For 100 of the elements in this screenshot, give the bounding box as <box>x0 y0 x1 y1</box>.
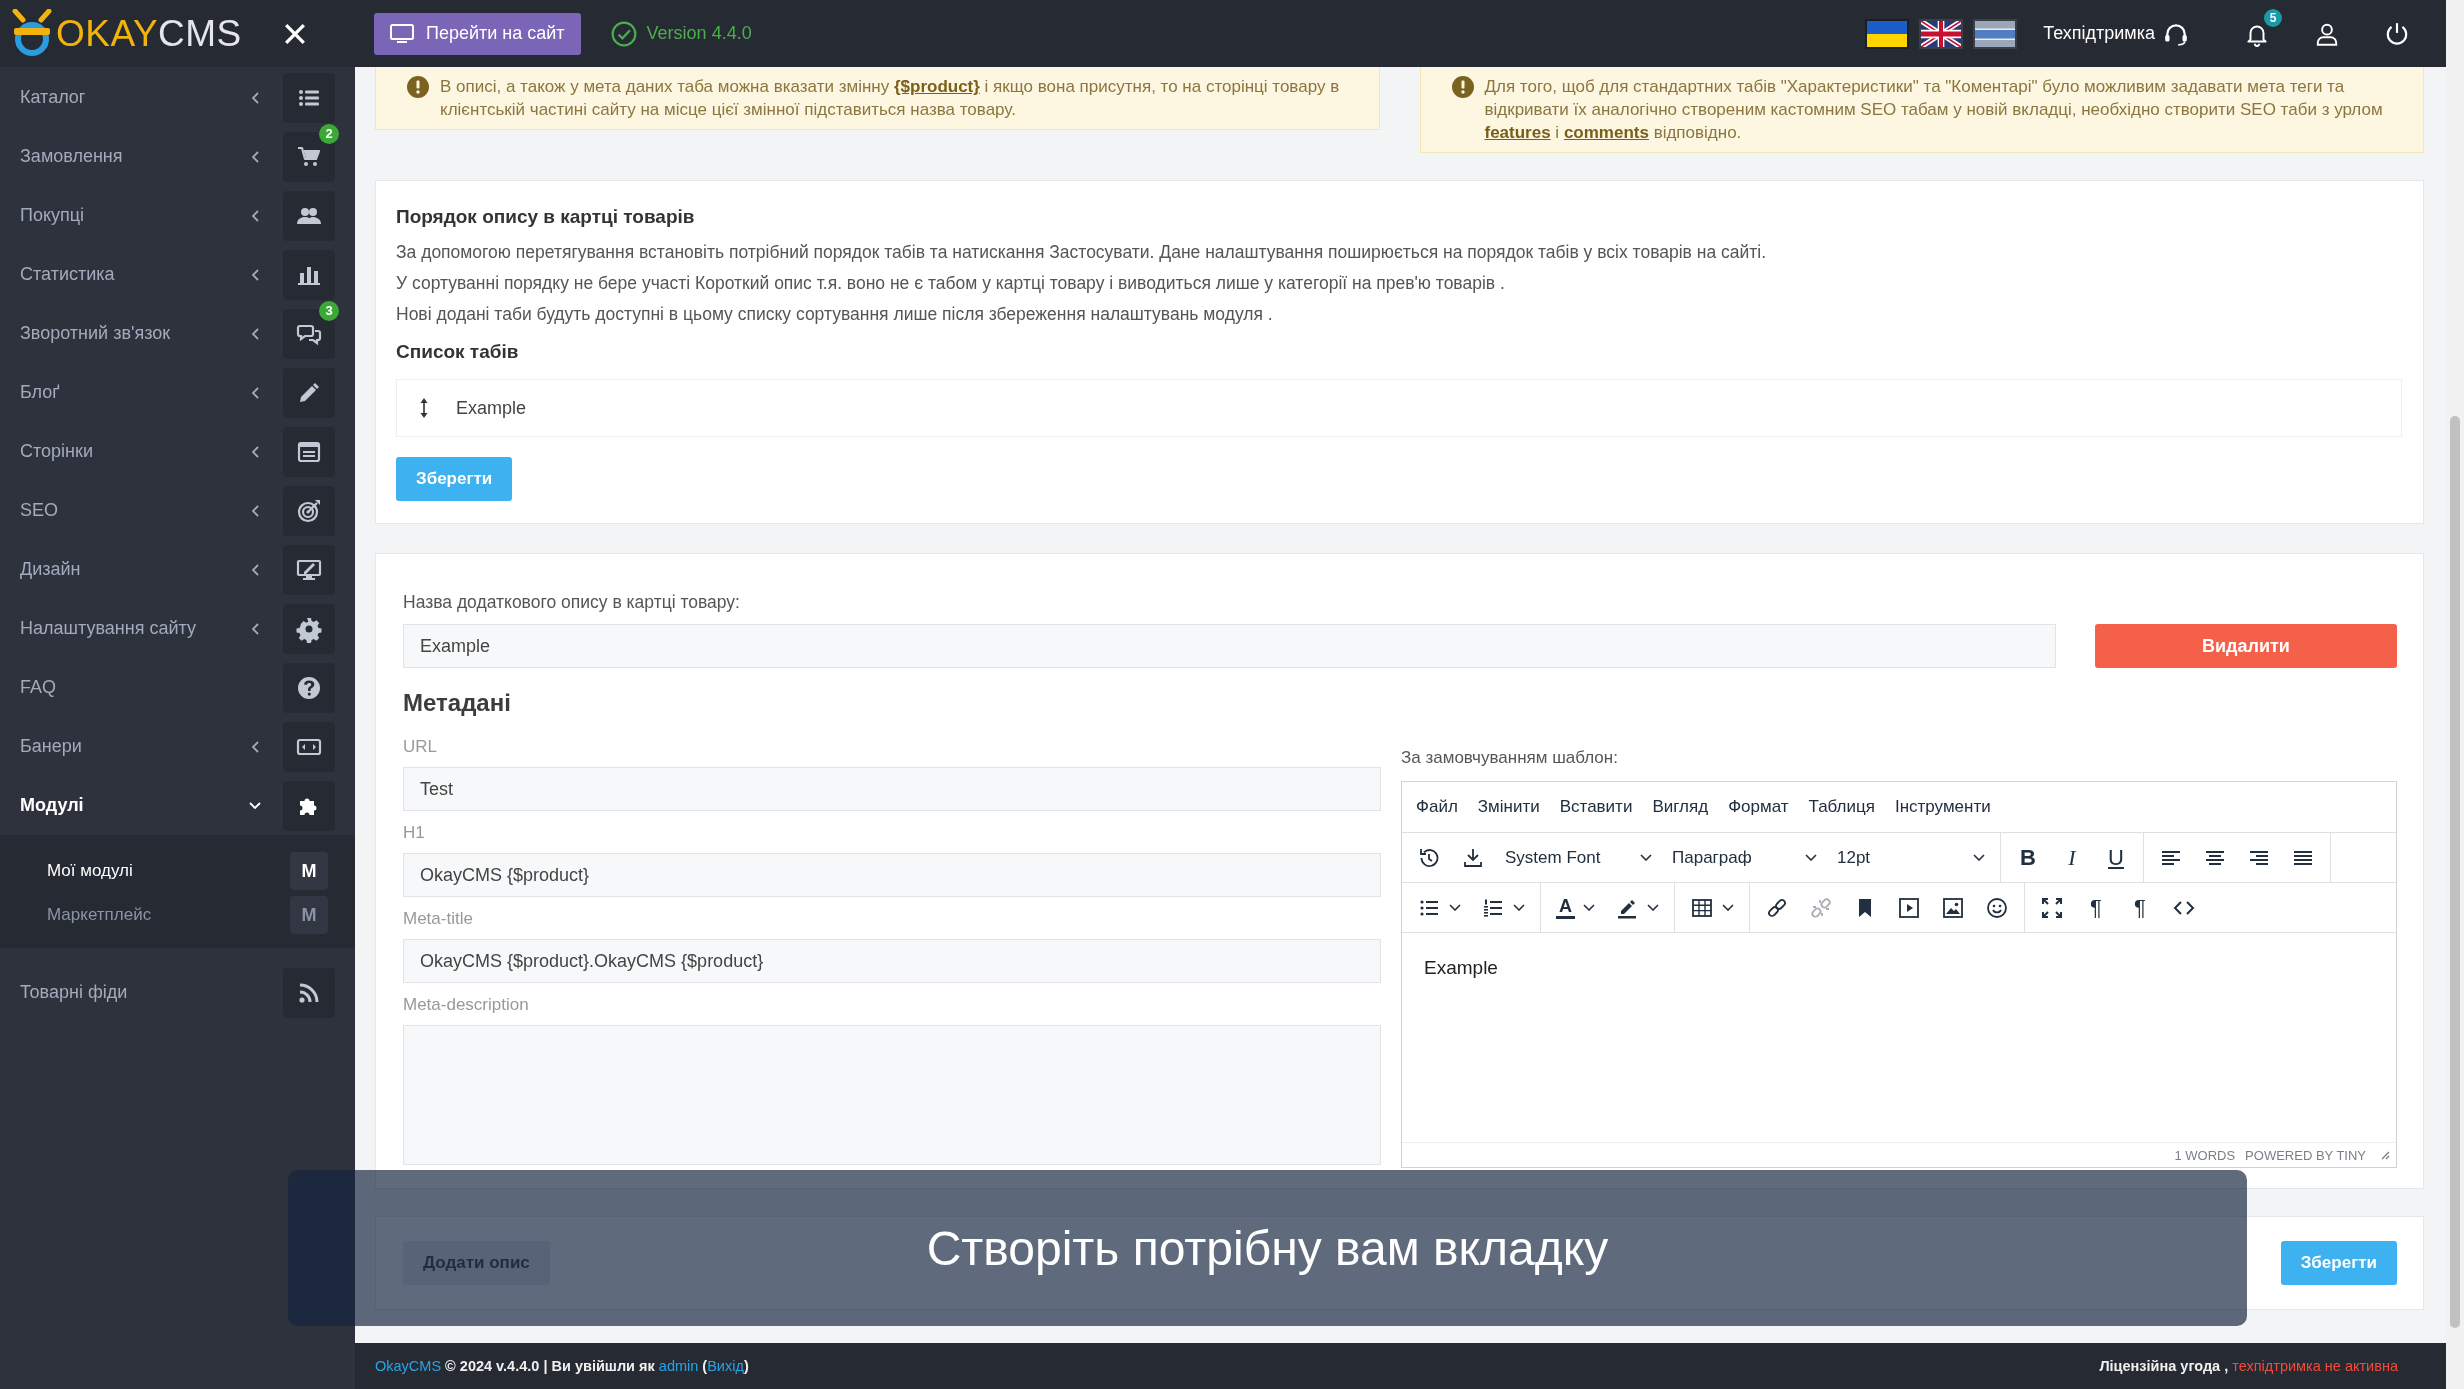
section-title: Метадані <box>403 688 512 718</box>
rss-icon <box>283 967 335 1018</box>
striped-flag-icon[interactable] <box>1973 18 2018 49</box>
close-icon[interactable] <box>283 22 306 45</box>
menu-item[interactable]: Формат <box>1728 797 1789 817</box>
bar-chart-icon <box>283 249 335 300</box>
field-label: За замовчуванням шаблон: <box>1401 748 1619 768</box>
list-icon <box>283 72 335 123</box>
text-input[interactable]: OkayCMS {$product}.OkayCMS {$product} <box>403 939 1381 983</box>
field-label: Meta-description <box>403 995 530 1015</box>
submenu-item[interactable]: Мої модулі M <box>0 849 355 893</box>
inline-link[interactable]: features <box>1484 123 1551 142</box>
editor-text: Example <box>1424 957 1498 978</box>
ukrainian-flag-icon[interactable] <box>1865 18 1910 49</box>
menu-item[interactable]: Вигляд <box>1652 797 1709 817</box>
sidebar-item[interactable]: Сторінки <box>0 422 355 481</box>
cart-icon <box>283 131 335 182</box>
text-input[interactable]: Test <box>403 767 1381 811</box>
field-label: Meta-title <box>403 909 474 929</box>
footer-link[interactable]: Вихід <box>707 1358 744 1374</box>
sidebar-item[interactable]: Банери <box>0 717 355 776</box>
footer-link[interactable]: OkayCMS <box>375 1358 442 1374</box>
sidebar-item[interactable]: Покупці <box>0 186 355 245</box>
menu-item[interactable]: Таблиця <box>1808 797 1875 817</box>
help-text: За допомогою перетягування встановіть потрібний порядок табів та натискання Застосувати. Дане налаштування поширюється на порядок табів у всіх товарів на сайті. <box>396 241 1768 264</box>
letter-icon: M <box>290 896 328 934</box>
rtl-button[interactable]: ¶ <box>2118 887 2162 928</box>
footer-link[interactable]: admin <box>658 1358 699 1374</box>
caret-icon[interactable] <box>1449 904 1461 911</box>
go-to-site-button[interactable]: Перейти на сайт <box>374 12 581 55</box>
info-icon <box>407 76 429 98</box>
inline-link[interactable]: comments <box>1563 123 1649 142</box>
british-flag-icon[interactable] <box>1919 18 1964 49</box>
word-count: 1 WORDS <box>2174 1147 2236 1163</box>
media-icon[interactable] <box>1897 895 1921 920</box>
help-text: У сортуванні порядку не бере участі Короткий опис т.я. воно не є табом у картці товару і виводиться лише у категорії на прев'ю товарів . <box>396 272 1506 295</box>
sidebar-item[interactable]: Дизайн <box>0 540 355 599</box>
submenu-item[interactable]: Маркетплейс M <box>0 893 355 937</box>
image-icon[interactable] <box>1941 895 1965 920</box>
puzzle-icon <box>283 780 335 831</box>
sidebar-item[interactable]: FAQ <box>0 658 355 717</box>
caret-icon <box>1640 854 1652 861</box>
info-icon <box>1451 76 1474 98</box>
text-color-button[interactable]: A <box>1556 896 1575 919</box>
gear-icon <box>283 603 335 654</box>
textarea-field[interactable] <box>403 1025 1381 1165</box>
sidebar-item[interactable]: SEO <box>0 481 355 540</box>
caret-icon[interactable] <box>1583 904 1595 911</box>
question-icon <box>283 662 335 713</box>
help-text: Нові додані таби будуть доступні в цьому списку сортування лише після збереження налаштувань модуля . <box>396 303 1274 326</box>
block-format-dropdown[interactable]: Параграф <box>1662 837 1827 878</box>
sidebar-item[interactable]: Налаштування сайту <box>0 599 355 658</box>
resize-handle-icon[interactable] <box>2380 1150 2390 1160</box>
text-input[interactable]: Example <box>403 624 2056 668</box>
support-status-link[interactable]: техпідтримка не активна <box>2232 1358 2398 1374</box>
menu-item[interactable]: Файл <box>1416 797 1458 817</box>
support-link[interactable]: Техпідтримка <box>2043 23 2155 44</box>
caret-icon <box>1805 854 1817 861</box>
font-dropdown[interactable]: System Font <box>1495 837 1662 878</box>
menu-item[interactable]: Змінити <box>1477 797 1540 817</box>
inline-link[interactable]: {$product} <box>893 77 980 96</box>
sidebar-item[interactable]: Товарні фіди <box>0 963 355 1022</box>
field-label: URL <box>403 737 438 757</box>
alert-text: Для того, щоб для стандартних табів "Характеристики" та "Коментарі" було можливим задавати мета теги та відкривати їх аналогічно створеним кастомним SEO табам у новій вкладці, необхідно створити SEO таби з урлом features і comments відповідно. <box>1484 76 2384 144</box>
caret-icon <box>1973 854 1985 861</box>
count-badge: 2 <box>319 123 339 144</box>
caret-icon[interactable] <box>1513 904 1525 911</box>
logo-icon <box>12 8 52 59</box>
caret-icon[interactable] <box>1647 904 1659 911</box>
italic-button[interactable]: I <box>2050 837 2094 878</box>
chat-icon <box>283 308 335 359</box>
menu-item[interactable]: Вставити <box>1559 797 1633 817</box>
delete-button[interactable]: Видалити <box>2095 624 2397 668</box>
underline-button[interactable]: U <box>2094 837 2138 878</box>
notification-badge: 5 <box>2264 8 2282 27</box>
sortable-tab-item[interactable]: Example <box>396 379 2402 437</box>
emoji-icon[interactable] <box>1985 895 2009 920</box>
drag-handle-icon[interactable] <box>419 397 429 419</box>
sidebar-item[interactable]: Модулі <box>0 776 355 835</box>
footer-license-text: Ліцензійна угода , техпідтримка не активна <box>2099 1358 2398 1374</box>
field-label: H1 <box>403 823 426 843</box>
fullscreen-icon[interactable] <box>2040 895 2064 920</box>
pencil-icon <box>283 367 335 418</box>
field-label: Назва додаткового опису в картці товару: <box>403 591 741 613</box>
sidebar-item[interactable]: Блоґ <box>0 363 355 422</box>
letter-icon: M <box>290 852 328 890</box>
ltr-button[interactable]: ¶ <box>2074 887 2118 928</box>
branding-link[interactable]: POWERED BY TINY <box>2245 1147 2366 1163</box>
text-input[interactable]: OkayCMS {$product} <box>403 853 1381 897</box>
target-icon <box>283 485 335 536</box>
monitor-icon <box>390 23 414 44</box>
editor-content-area[interactable]: Example <box>1402 933 2396 1142</box>
scrollbar-thumb[interactable] <box>2450 416 2460 1328</box>
power-icon[interactable] <box>2384 20 2410 47</box>
font-size-dropdown[interactable]: 12pt <box>1827 837 1995 878</box>
alert-text: В описі, а також у мета даних таба можна вказати змінну {$product} і якщо вона присутня, то на сторінці товару в клієнтській частині сайту на місце цієї змінної підставиться назва товару. <box>440 76 1341 121</box>
license-link[interactable]: Ліцензійна угода <box>2099 1358 2221 1374</box>
caret-icon[interactable] <box>1722 904 1734 911</box>
bold-button[interactable]: B <box>2006 837 2050 878</box>
menu-item[interactable]: Інструменти <box>1894 797 1991 817</box>
